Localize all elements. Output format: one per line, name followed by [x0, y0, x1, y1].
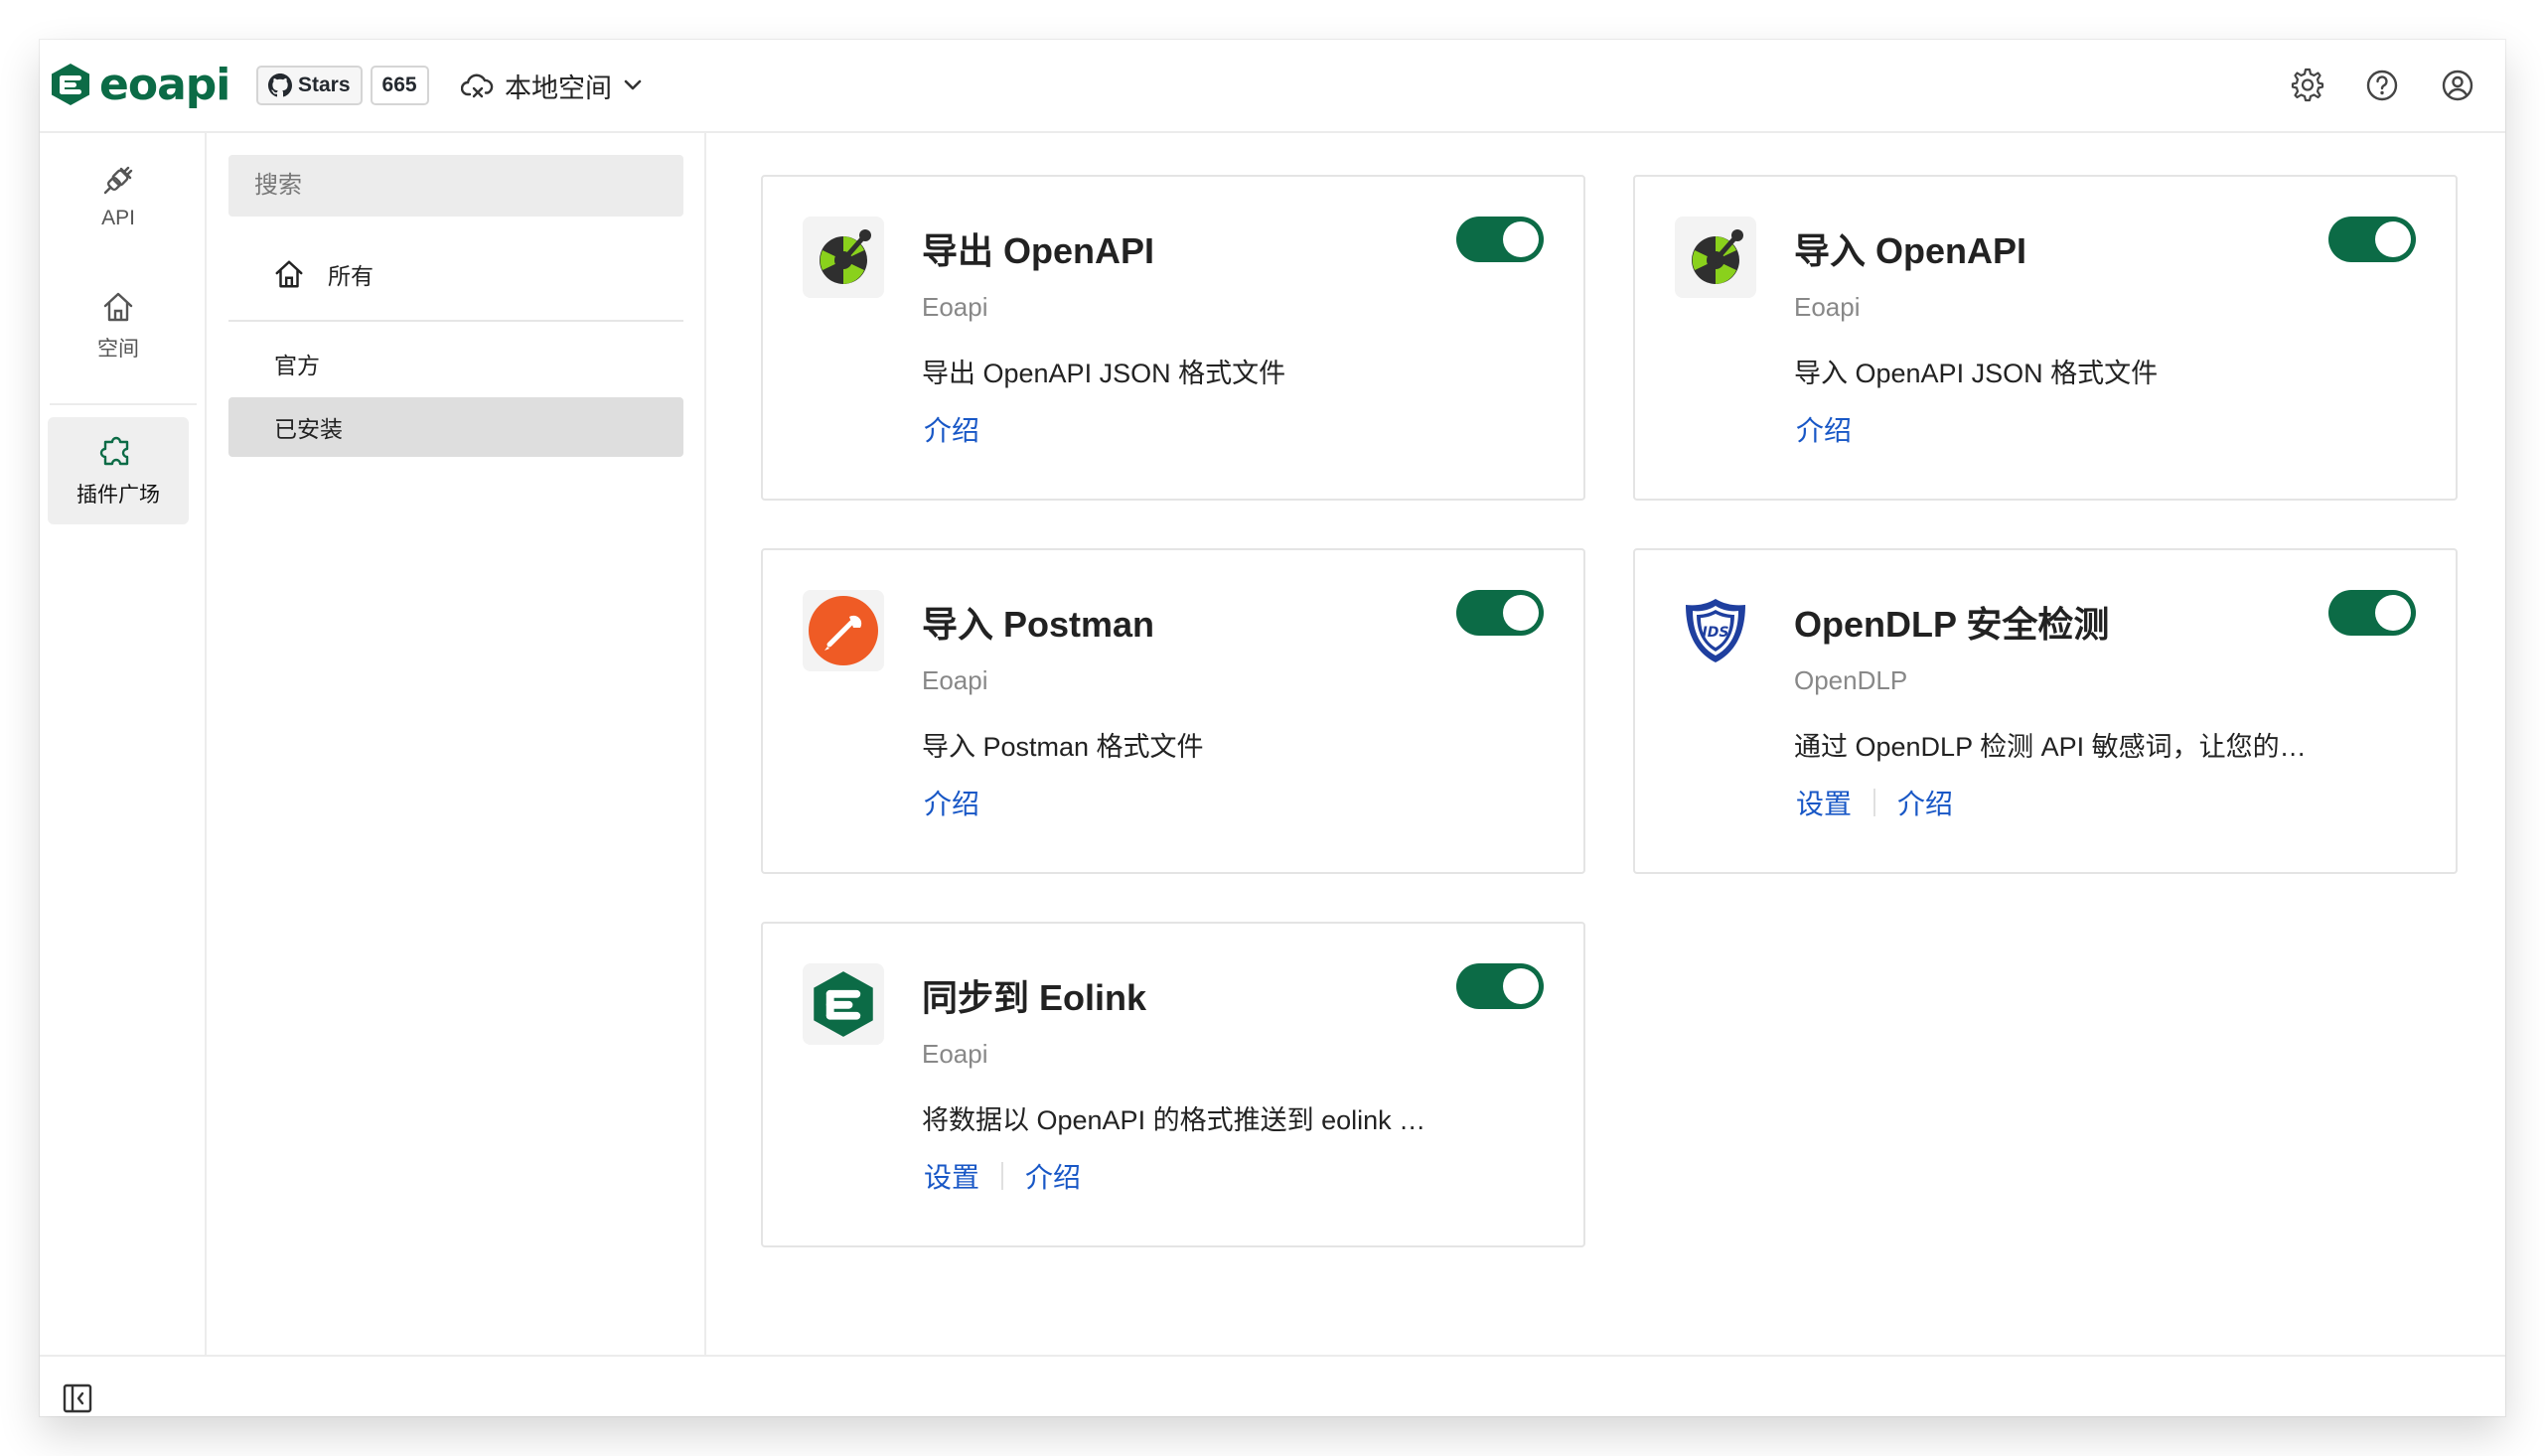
help-button[interactable]	[2362, 66, 2402, 105]
plugin-title: 导入 OpenAPI	[1794, 230, 2027, 271]
home-icon	[275, 260, 303, 288]
github-stars-widget[interactable]: Stars 665	[256, 66, 429, 105]
category-installed-label: 已安装	[274, 416, 343, 442]
plug-icon	[103, 166, 133, 195]
svg-text:IDS: IDS	[1703, 625, 1729, 641]
plugin-title: 导入 Postman	[922, 604, 1155, 645]
plugin-author: Eoapi	[922, 1039, 988, 1069]
plugin-card-import-postman[interactable]: 导入 Postman Eoapi 导入 Postman 格式文件 介绍	[761, 548, 1585, 874]
toggle-knob	[1503, 968, 1539, 1004]
category-official-label: 官方	[274, 353, 320, 378]
category-official[interactable]: 官方	[228, 334, 683, 393]
openapi-icon	[803, 217, 884, 298]
category-all-label: 所有	[328, 263, 374, 289]
plugin-description: 将数据以 OpenAPI 的格式推送到 eolink …	[922, 1105, 1426, 1135]
intro-link[interactable]: 介绍	[1895, 783, 1955, 822]
collapse-sidebar-button[interactable]	[62, 1383, 93, 1414]
bottom-divider	[40, 1355, 2505, 1357]
plugin-enable-toggle[interactable]	[1456, 590, 1544, 636]
intro-link[interactable]: 介绍	[922, 783, 981, 822]
category-all[interactable]: 所有	[228, 244, 683, 304]
intro-link[interactable]: 介绍	[1023, 1156, 1083, 1196]
workspace-label: 本地空间	[505, 73, 612, 103]
settings-link[interactable]: 设置	[922, 1156, 981, 1196]
plugin-enable-toggle[interactable]	[2328, 590, 2416, 636]
github-icon	[268, 73, 292, 97]
plugin-title: OpenDLP 安全检测	[1794, 604, 2110, 645]
nav-label-plugins: 插件广场	[76, 484, 160, 507]
plugin-links: 设置 介绍	[922, 1156, 1083, 1196]
plugin-author: OpenDLP	[1794, 665, 1908, 695]
gear-icon	[2291, 68, 2324, 102]
plugin-enable-toggle[interactable]	[1456, 217, 1544, 262]
plugin-card-export-openapi[interactable]: 导出 OpenAPI Eoapi 导出 OpenAPI JSON 格式文件 介绍	[761, 175, 1585, 501]
github-stars-label: Stars	[298, 73, 351, 96]
plugin-card-opendlp[interactable]: IDS OpenDLP 安全检测 OpenDLP 通过 OpenDLP 检测 A…	[1633, 548, 2458, 874]
toggle-knob	[2375, 221, 2411, 257]
question-circle-icon	[2366, 70, 2398, 101]
nav-label-api: API	[101, 207, 135, 229]
nav-item-plugins[interactable]: 插件广场	[48, 417, 189, 524]
settings-button[interactable]	[2287, 66, 2326, 105]
chevron-down-icon	[624, 79, 642, 90]
logo-text: eoapi	[99, 59, 230, 110]
link-divider	[1001, 1162, 1004, 1190]
intro-link[interactable]: 介绍	[922, 409, 981, 449]
left-nav: API 空间 插件广场	[40, 133, 207, 1355]
plugin-enable-toggle[interactable]	[2328, 217, 2416, 262]
plugin-description: 导入 Postman 格式文件	[922, 732, 1204, 762]
plugin-author: Eoapi	[922, 665, 988, 695]
sidebar-divider	[228, 320, 683, 322]
top-header: eoapi Stars 665 本地空间	[40, 40, 2505, 133]
cloud-icon	[461, 73, 494, 98]
github-stars-count[interactable]: 665	[370, 66, 429, 105]
plugin-author: Eoapi	[1794, 292, 1861, 322]
plugin-links: 介绍	[922, 783, 981, 822]
eoapi-logo-icon	[52, 64, 89, 105]
search-input[interactable]	[228, 155, 683, 217]
eoapi-logo[interactable]: eoapi	[48, 59, 230, 110]
home-icon	[103, 292, 133, 322]
plugin-card-sync-eolink[interactable]: 同步到 Eolink Eoapi 将数据以 OpenAPI 的格式推送到 eol…	[761, 922, 1585, 1247]
app-window: eoapi Stars 665 本地空间 API 空间 插件广场 搜索 所有 官…	[40, 40, 2505, 1416]
toggle-knob	[2375, 595, 2411, 631]
plugin-card-import-openapi[interactable]: 导入 OpenAPI Eoapi 导入 OpenAPI JSON 格式文件 介绍	[1633, 175, 2458, 501]
category-installed[interactable]: 已安装	[228, 397, 683, 457]
plugin-links: 介绍	[1794, 409, 1854, 449]
openapi-icon	[1675, 217, 1756, 298]
toggle-knob	[1503, 221, 1539, 257]
plugin-enable-toggle[interactable]	[1456, 963, 1544, 1009]
nav-label-space: 空间	[97, 338, 139, 361]
nav-divider	[50, 403, 197, 405]
settings-link[interactable]: 设置	[1794, 783, 1854, 822]
sidebar-collapse-icon	[63, 1383, 92, 1413]
plugin-title: 导出 OpenAPI	[922, 230, 1155, 271]
workspace-selector[interactable]: 本地空间	[461, 66, 644, 105]
plugin-description: 导入 OpenAPI JSON 格式文件	[1794, 359, 2159, 388]
eolink-icon	[803, 963, 884, 1045]
nav-item-api[interactable]: API	[48, 143, 189, 250]
toggle-knob	[1503, 595, 1539, 631]
plugin-author: Eoapi	[922, 292, 988, 322]
plugin-links: 介绍	[922, 409, 981, 449]
postman-icon	[803, 590, 884, 671]
header-actions	[2287, 66, 2477, 105]
ids-shield-icon: IDS	[1675, 590, 1756, 671]
intro-link[interactable]: 介绍	[1794, 409, 1854, 449]
plugin-description: 导出 OpenAPI JSON 格式文件	[922, 359, 1286, 388]
nav-item-space[interactable]: 空间	[48, 272, 189, 379]
github-stars-button[interactable]: Stars	[256, 66, 363, 105]
plugin-title: 同步到 Eolink	[922, 977, 1147, 1018]
plugin-description: 通过 OpenDLP 检测 API 敏感词，让您的…	[1794, 732, 2307, 762]
plugin-links: 设置 介绍	[1794, 783, 1955, 822]
plugin-sidebar: 所有 官方 已安装	[207, 133, 706, 1355]
puzzle-icon	[99, 436, 129, 466]
user-circle-icon	[2442, 70, 2473, 101]
account-button[interactable]	[2438, 66, 2477, 105]
link-divider	[1873, 789, 1876, 816]
